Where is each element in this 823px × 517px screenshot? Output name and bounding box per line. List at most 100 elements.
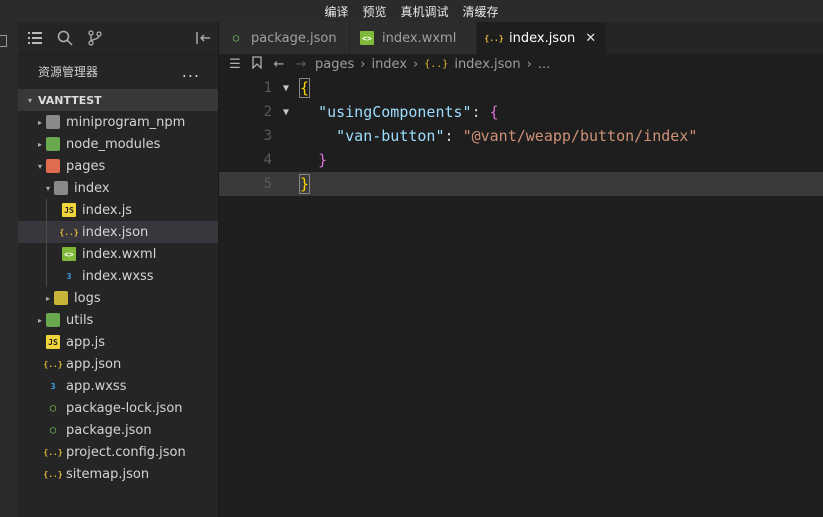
tree-item[interactable]: ▸ logs [18,287,218,309]
forward-arrow-icon[interactable]: → [293,57,309,72]
tree-item[interactable]: JS app.js [18,331,218,353]
chevron-right-icon[interactable]: ▸ [34,118,46,127]
code-line-current: 5 } [219,172,823,196]
tree-item[interactable]: <> index.wxml [18,243,218,265]
code-text: "usingComponents": { [318,103,499,121]
tree-item-label: pages [66,158,106,174]
tree-item[interactable]: 3 app.wxss [18,375,218,397]
bookmark-icon[interactable] [249,55,265,73]
tree-item-label: package.json [66,422,152,438]
source-control-icon[interactable] [86,29,104,47]
wxml-file-icon: <> [62,247,76,261]
explorer-header: 资源管理器 ... [18,55,218,87]
tree-item[interactable]: JS index.js [18,199,218,221]
fold-chevron-icon[interactable]: ▼ [272,107,300,118]
panel-toggle-icon[interactable] [0,35,7,47]
editor-area: ⬡ package.json <> index.wxml {..} index.json ✕… [219,22,823,517]
editor-tab[interactable]: ⬡ package.json [219,22,350,54]
json-file-icon: {..} [43,359,63,369]
tree-item[interactable]: ⬡ package.json [18,419,218,441]
code-text: } [318,151,328,169]
tab-label: index.wxml [382,30,457,46]
tree-item[interactable]: 3 index.wxss [18,265,218,287]
tree-item[interactable]: {..} sitemap.json [18,463,218,485]
editor-tab[interactable]: {..} index.json ✕ [477,22,608,54]
preview-menu[interactable]: 预览 [362,3,386,20]
tree-item-label: app.json [66,356,122,372]
breadcrumb-index[interactable]: index [371,57,407,72]
chevron-right-icon[interactable]: ▸ [34,140,46,149]
folder-open-icon [54,181,68,195]
tree-item[interactable]: {..} app.json [18,353,218,375]
more-actions-button[interactable]: ... [182,62,200,81]
line-number: 3 [263,128,272,144]
project-name: VANTTEST [38,93,102,107]
breadcrumb: ☰ ← → pages › index › {..} index.json › … [219,54,823,74]
wxss-file-icon: 3 [66,271,72,281]
tree-item-label: node_modules [66,136,161,152]
json-file-icon: {..} [59,227,79,237]
explorer-list-icon[interactable] [26,29,44,47]
compile-menu[interactable]: 编译 [324,3,348,20]
fold-chevron-icon[interactable]: ▼ [272,83,300,94]
json-key: "usingComponents" [318,103,472,121]
json-key: "van-button" [336,127,445,145]
clear-cache-menu[interactable]: 清缓存 [463,3,499,20]
tree-item-label: index.js [82,202,133,218]
tree-item-label: logs [74,290,101,306]
breadcrumb-pages[interactable]: pages [315,57,354,72]
json-file-icon: {..} [43,469,63,479]
explorer-sidebar: 资源管理器 ... ▾ VANTTEST ▸ miniprogram_npm ▸ no… [18,22,219,517]
folder-logs-icon [54,291,68,305]
line-number: 5 [263,176,272,192]
code-line: 4 } [219,148,823,172]
indent-guide [46,199,47,221]
tree-item-label: index [74,180,110,196]
top-menu-bar: 编译 预览 真机调试 清缓存 [0,0,823,22]
tree-item[interactable]: {..} index.json [18,221,218,243]
search-icon[interactable] [56,29,74,47]
indent-guide [46,221,47,243]
sidebar-toolbar [18,22,218,55]
indent-guide [46,265,47,287]
tree-item[interactable]: ⬡ package-lock.json [18,397,218,419]
tree-item-label: package-lock.json [66,400,183,416]
breadcrumb-more[interactable]: ... [538,57,550,72]
tree-item[interactable]: ▾ index [18,177,218,199]
folder-icon [46,115,60,129]
close-icon[interactable]: ✕ [585,31,596,46]
tree-item[interactable]: {..} project.config.json [18,441,218,463]
js-file-icon: JS [46,335,60,349]
code-editor[interactable]: 1 ▼ { 2 ▼ "usingComponents": { 3 "van-bu… [219,76,823,196]
node-file-icon: ⬡ [49,403,57,413]
tree-item[interactable]: ▸ miniprogram_npm [18,111,218,133]
list-icon[interactable]: ☰ [227,57,243,72]
breadcrumb-separator-icon: › [413,56,419,72]
chevron-right-icon[interactable]: ▸ [42,294,54,303]
js-file-icon: JS [62,203,76,217]
wxss-file-icon: 3 [50,381,56,391]
line-number: 2 [263,104,272,120]
chevron-down-icon[interactable]: ▾ [34,162,46,171]
code-line: 2 ▼ "usingComponents": { [219,100,823,124]
tree-item-label: app.js [66,334,105,350]
tree-item[interactable]: ▾ pages [18,155,218,177]
project-root[interactable]: ▾ VANTTEST [18,89,218,111]
code-text: } [298,174,311,194]
folder-utils-icon [46,313,60,327]
remote-debug-menu[interactable]: 真机调试 [401,3,449,20]
line-number: 1 [263,80,272,96]
tree-item[interactable]: ▸ node_modules [18,133,218,155]
back-arrow-icon[interactable]: ← [271,57,287,72]
tree-item-label: miniprogram_npm [66,114,186,130]
breadcrumb-file[interactable]: index.json [454,57,520,72]
tree-item[interactable]: ▸ utils [18,309,218,331]
tree-item-label: project.config.json [66,444,186,460]
editor-tabs: ⬡ package.json <> index.wxml {..} index.json ✕ [219,22,823,54]
tab-label: package.json [251,30,337,46]
chevron-right-icon[interactable]: ▸ [34,316,46,325]
editor-tab[interactable]: <> index.wxml [350,22,477,54]
chevron-down-icon[interactable]: ▾ [42,184,54,193]
json-value: "@vant/weapp/button/index" [462,127,698,145]
collapse-panel-icon[interactable] [194,29,212,47]
